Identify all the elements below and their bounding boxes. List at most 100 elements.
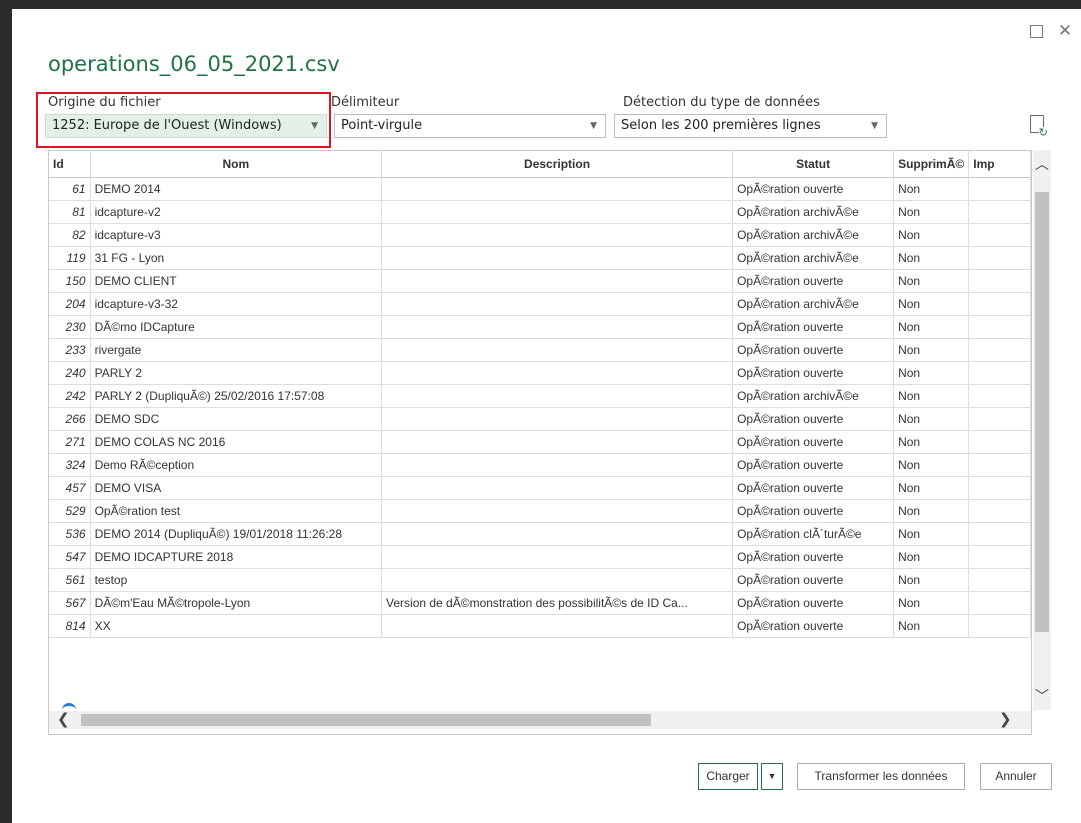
vertical-scroll-thumb[interactable] xyxy=(1035,192,1049,632)
cell-statut: OpÃ©ration ouverte xyxy=(732,269,895,293)
delimiter-value: Point-virgule xyxy=(341,118,423,133)
cell-nom: DEMO VISA xyxy=(90,476,383,500)
cell-statut: OpÃ©ration archivÃ©e xyxy=(732,223,895,247)
cell-description xyxy=(381,223,734,247)
cell-nom: rivergate xyxy=(90,338,383,362)
column-header-imp[interactable]: Imp xyxy=(968,151,1031,178)
cell-statut: OpÃ©ration ouverte xyxy=(732,591,895,615)
data-table: Id Nom Description Statut SupprimÃ© Imp … xyxy=(49,151,1031,638)
chevron-down-icon: ▼ xyxy=(871,121,878,131)
cell-statut: OpÃ©ration ouverte xyxy=(732,177,895,201)
horizontal-scrollbar[interactable]: ❮ ❯ xyxy=(49,710,1031,729)
cell-nom: Demo RÃ©ception xyxy=(90,453,383,477)
cell-supprime: Non xyxy=(893,246,970,270)
type-detection-value: Selon les 200 premières lignes xyxy=(621,118,821,133)
table-row: 271 DEMO COLAS NC 2016 OpÃ©ration ouverte N… xyxy=(49,430,1031,454)
cell-imp xyxy=(968,338,1031,362)
cell-id: 204 xyxy=(49,292,91,316)
preview-table: Id Nom Description Statut SupprimÃ© Imp … xyxy=(48,150,1032,735)
load-button[interactable]: Charger xyxy=(698,763,758,790)
cell-imp xyxy=(968,223,1031,247)
cell-description xyxy=(381,269,734,293)
cell-description xyxy=(381,453,734,477)
cell-supprime: Non xyxy=(893,361,970,385)
type-detection-select[interactable]: Selon les 200 premières lignes ▼ xyxy=(614,114,887,138)
scroll-down-icon[interactable]: ﹀ xyxy=(1033,686,1051,706)
scroll-left-icon[interactable]: ❮ xyxy=(57,710,70,728)
cell-imp xyxy=(968,269,1031,293)
close-button[interactable]: ✕ xyxy=(1056,22,1074,40)
cell-description xyxy=(381,292,734,316)
cell-supprime: Non xyxy=(893,614,970,638)
column-header-id[interactable]: Id xyxy=(49,151,91,178)
cell-supprime: Non xyxy=(893,269,970,293)
cell-statut: OpÃ©ration ouverte xyxy=(732,453,895,477)
column-header-description[interactable]: Description xyxy=(381,151,734,178)
table-row: 536 DEMO 2014 (DupliquÃ©) 19/01/2018 11:2… xyxy=(49,522,1031,546)
maximize-button[interactable] xyxy=(1027,22,1045,40)
cell-statut: OpÃ©ration ouverte xyxy=(732,338,895,362)
scroll-right-icon[interactable]: ❯ xyxy=(999,710,1012,728)
cell-description xyxy=(381,499,734,523)
cell-statut: OpÃ©ration ouverte xyxy=(732,476,895,500)
cell-description xyxy=(381,430,734,454)
table-row: 240 PARLY 2 OpÃ©ration ouverte Non xyxy=(49,361,1031,385)
cell-imp xyxy=(968,384,1031,408)
cancel-button[interactable]: Annuler xyxy=(980,763,1052,790)
cell-nom: DEMO COLAS NC 2016 xyxy=(90,430,383,454)
column-header-nom[interactable]: Nom xyxy=(90,151,383,178)
column-header-statut[interactable]: Statut xyxy=(732,151,895,178)
refresh-icon[interactable] xyxy=(1030,115,1048,138)
cell-description xyxy=(381,177,734,201)
cell-statut: OpÃ©ration ouverte xyxy=(732,499,895,523)
scroll-up-icon[interactable]: ︿ xyxy=(1033,154,1051,174)
cell-imp xyxy=(968,200,1031,224)
cell-id: 233 xyxy=(49,338,91,362)
cell-supprime: Non xyxy=(893,568,970,592)
cell-id: 324 xyxy=(49,453,91,477)
cell-id: 529 xyxy=(49,499,91,523)
cell-imp xyxy=(968,591,1031,615)
cell-supprime: Non xyxy=(893,384,970,408)
delimiter-select[interactable]: Point-virgule ▼ xyxy=(334,114,606,138)
cell-nom: XX xyxy=(90,614,383,638)
cell-id: 547 xyxy=(49,545,91,569)
cell-supprime: Non xyxy=(893,430,970,454)
cell-nom: OpÃ©ration test xyxy=(90,499,383,523)
cell-nom: DÃ©mo IDCapture xyxy=(90,315,383,339)
horizontal-scroll-thumb[interactable] xyxy=(81,714,651,726)
cell-imp xyxy=(968,292,1031,316)
cell-statut: OpÃ©ration ouverte xyxy=(732,545,895,569)
table-row: 119 31 FG - Lyon OpÃ©ration archivÃ©e Non xyxy=(49,246,1031,270)
dialog-title: operations_06_05_2021.csv xyxy=(48,52,340,76)
cell-id: 242 xyxy=(49,384,91,408)
table-row: 204 idcapture-v3-32 OpÃ©ration archivÃ©e No… xyxy=(49,292,1031,316)
transform-data-button[interactable]: Transformer les données xyxy=(797,763,965,790)
chevron-down-icon: ▼ xyxy=(767,771,777,781)
table-header-row: Id Nom Description Statut SupprimÃ© Imp xyxy=(49,151,1031,178)
cell-imp xyxy=(968,407,1031,431)
cell-description xyxy=(381,246,734,270)
table-row: 814 XX OpÃ©ration ouverte Non xyxy=(49,614,1031,638)
cell-imp xyxy=(968,177,1031,201)
cell-description xyxy=(381,522,734,546)
load-options-button[interactable]: ▼ xyxy=(761,763,783,790)
cell-statut: OpÃ©ration ouverte xyxy=(732,614,895,638)
cell-description xyxy=(381,568,734,592)
cell-imp xyxy=(968,522,1031,546)
cell-id: 240 xyxy=(49,361,91,385)
table-row: 561 testop OpÃ©ration ouverte Non xyxy=(49,568,1031,592)
cell-statut: OpÃ©ration archivÃ©e xyxy=(732,200,895,224)
column-header-supprime[interactable]: SupprimÃ© xyxy=(893,151,970,178)
highlight-frame xyxy=(36,92,331,148)
vertical-scrollbar[interactable]: ︿ ﹀ xyxy=(1033,150,1051,710)
cell-statut: OpÃ©ration archivÃ©e xyxy=(732,246,895,270)
cell-description xyxy=(381,407,734,431)
cell-supprime: Non xyxy=(893,522,970,546)
table-row: 150 DEMO CLIENT OpÃ©ration ouverte Non xyxy=(49,269,1031,293)
cell-statut: OpÃ©ration archivÃ©e xyxy=(732,384,895,408)
cell-statut: OpÃ©ration archivÃ©e xyxy=(732,292,895,316)
cell-id: 536 xyxy=(49,522,91,546)
cell-statut: OpÃ©ration ouverte xyxy=(732,315,895,339)
cell-description: Version de dÃ©monstration des possibilit… xyxy=(381,591,734,615)
